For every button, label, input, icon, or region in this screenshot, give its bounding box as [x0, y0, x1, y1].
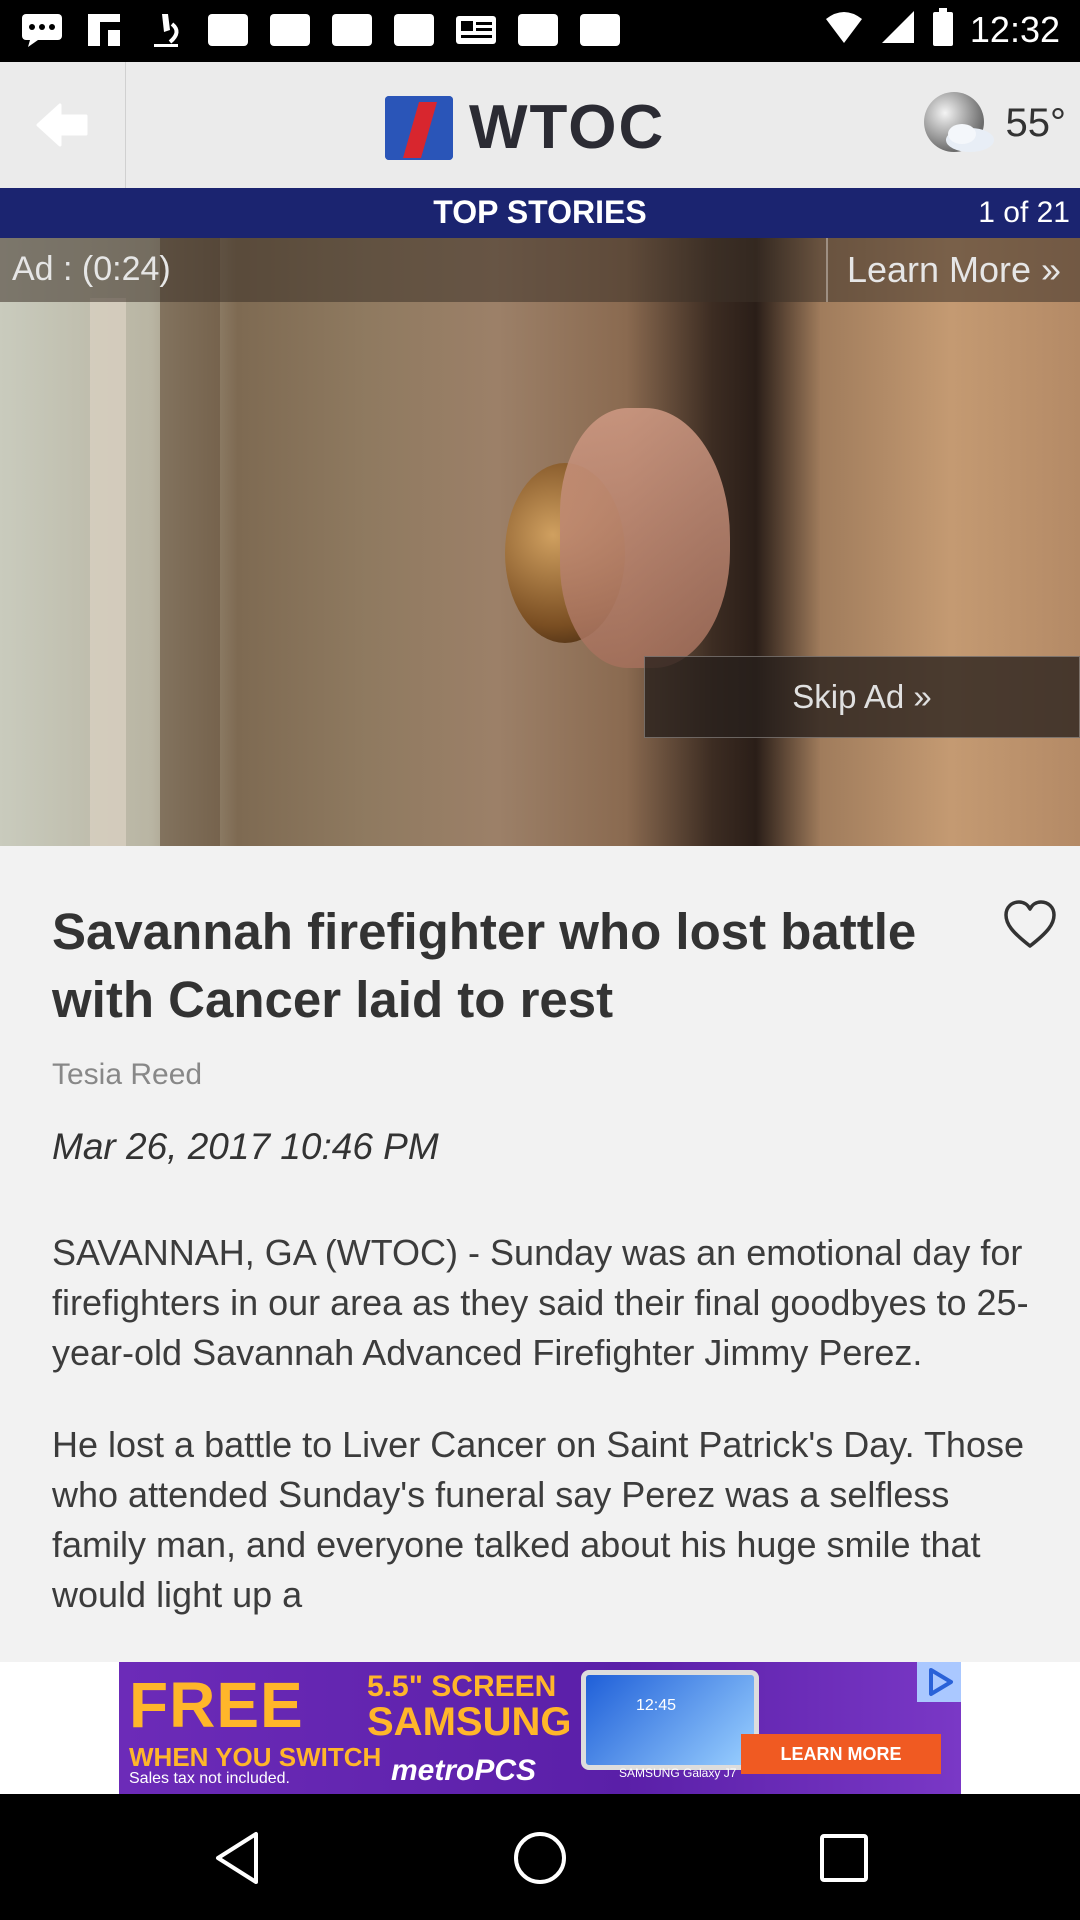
banner-ad[interactable]: FREE 5.5" SCREEN SAMSUNG WHEN YOU SWITCH…: [119, 1662, 961, 1794]
status-bar: 12:32: [0, 0, 1080, 62]
banner-ad-screen-size: 5.5" SCREEN: [367, 1670, 557, 1703]
banner-ad-carrier: metroPCS: [391, 1754, 537, 1787]
message-icon: [20, 12, 64, 48]
video-ad-player[interactable]: Ad : (0:24) Learn More » Skip Ad »: [0, 238, 1080, 846]
article-body: SAVANNAH, GA (WTOC) - Sunday was an emot…: [52, 1228, 1042, 1662]
learn-more-button[interactable]: Learn More »: [826, 238, 1080, 302]
notification-icons: [20, 12, 622, 48]
nav-back-icon: [216, 1832, 258, 1884]
news-icon: [454, 12, 498, 48]
weather-widget[interactable]: 55°: [922, 90, 1067, 156]
battery-icon: [932, 8, 954, 51]
phone-image-time: 12:45: [636, 1697, 677, 1714]
banner-ad-learn-more-button[interactable]: LEARN MORE: [741, 1734, 941, 1774]
section-title: TOP STORIES: [433, 194, 647, 230]
partly-cloudy-icon: [923, 92, 994, 152]
article-author: Tesia Reed: [52, 1058, 203, 1091]
video-frame-decor: [160, 238, 220, 846]
notification-icon: [330, 12, 374, 48]
system-navigation-bar: [0, 1794, 1080, 1920]
adchoices-icon[interactable]: [917, 1662, 961, 1702]
signal-icon: [880, 9, 916, 50]
notification-icon: [206, 12, 250, 48]
nav-recents-button[interactable]: [814, 1828, 874, 1888]
banner-ad-free: FREE: [129, 1669, 304, 1741]
story-counter: 1 of 21: [978, 196, 1070, 229]
nav-back-button[interactable]: [208, 1828, 268, 1888]
microscope-icon: [144, 12, 188, 48]
notification-icon: [392, 12, 436, 48]
ad-info-bar: Ad : (0:24) Learn More »: [0, 238, 1080, 302]
video-frame-decor: [90, 298, 126, 846]
article-content[interactable]: Savannah firefighter who lost battle wit…: [0, 846, 1080, 1662]
station-logo: WTOC: [385, 92, 665, 163]
back-button[interactable]: [0, 62, 126, 188]
favorite-button[interactable]: [1002, 898, 1058, 954]
skip-ad-button[interactable]: Skip Ad »: [644, 656, 1080, 738]
article-paragraph: He lost a battle to Liver Cancer on Sain…: [52, 1424, 1024, 1615]
banner-ad-container: FREE 5.5" SCREEN SAMSUNG WHEN YOU SWITCH…: [0, 1662, 1080, 1794]
app-header: WTOC 55°: [0, 62, 1080, 189]
article-paragraph: SAVANNAH, GA (WTOC) - Sunday was an emot…: [52, 1232, 1029, 1373]
ad-countdown: Ad : (0:24): [12, 250, 171, 288]
banner-ad-screen: 5.5" SCREEN SAMSUNG: [367, 1670, 572, 1744]
arrow-left-icon: [36, 103, 87, 147]
notification-icon: [268, 12, 312, 48]
banner-ad-switch: WHEN YOU SWITCH: [129, 1742, 382, 1772]
notification-icon: [578, 12, 622, 48]
logo-text: WTOC: [469, 93, 666, 162]
article-date: Mar 26, 2017 10:46 PM: [52, 1126, 439, 1167]
weather-temperature: 55°: [1005, 100, 1067, 145]
logo-mark-icon: [385, 95, 453, 160]
banner-ad-phone-model: SAMSUNG Galaxy J7: [619, 1766, 737, 1780]
wifi-icon: [824, 9, 864, 50]
nav-home-icon: [514, 1832, 566, 1884]
video-frame-decor: [560, 408, 730, 668]
article-headline: Savannah firefighter who lost battle wit…: [52, 903, 917, 1028]
clock: 12:32: [969, 8, 1060, 50]
flipboard-icon: [82, 12, 126, 48]
phone-image: 12:45: [581, 1670, 759, 1770]
nav-recents-icon: [820, 1834, 868, 1882]
banner-ad-tax-note: Sales tax not included.: [129, 1770, 290, 1787]
banner-ad-brand: SAMSUNG: [367, 1700, 572, 1744]
heart-icon: [1004, 900, 1056, 948]
notification-icon: [516, 12, 560, 48]
section-bar: TOP STORIES 1 of 21: [0, 188, 1080, 238]
nav-home-button[interactable]: [510, 1828, 570, 1888]
